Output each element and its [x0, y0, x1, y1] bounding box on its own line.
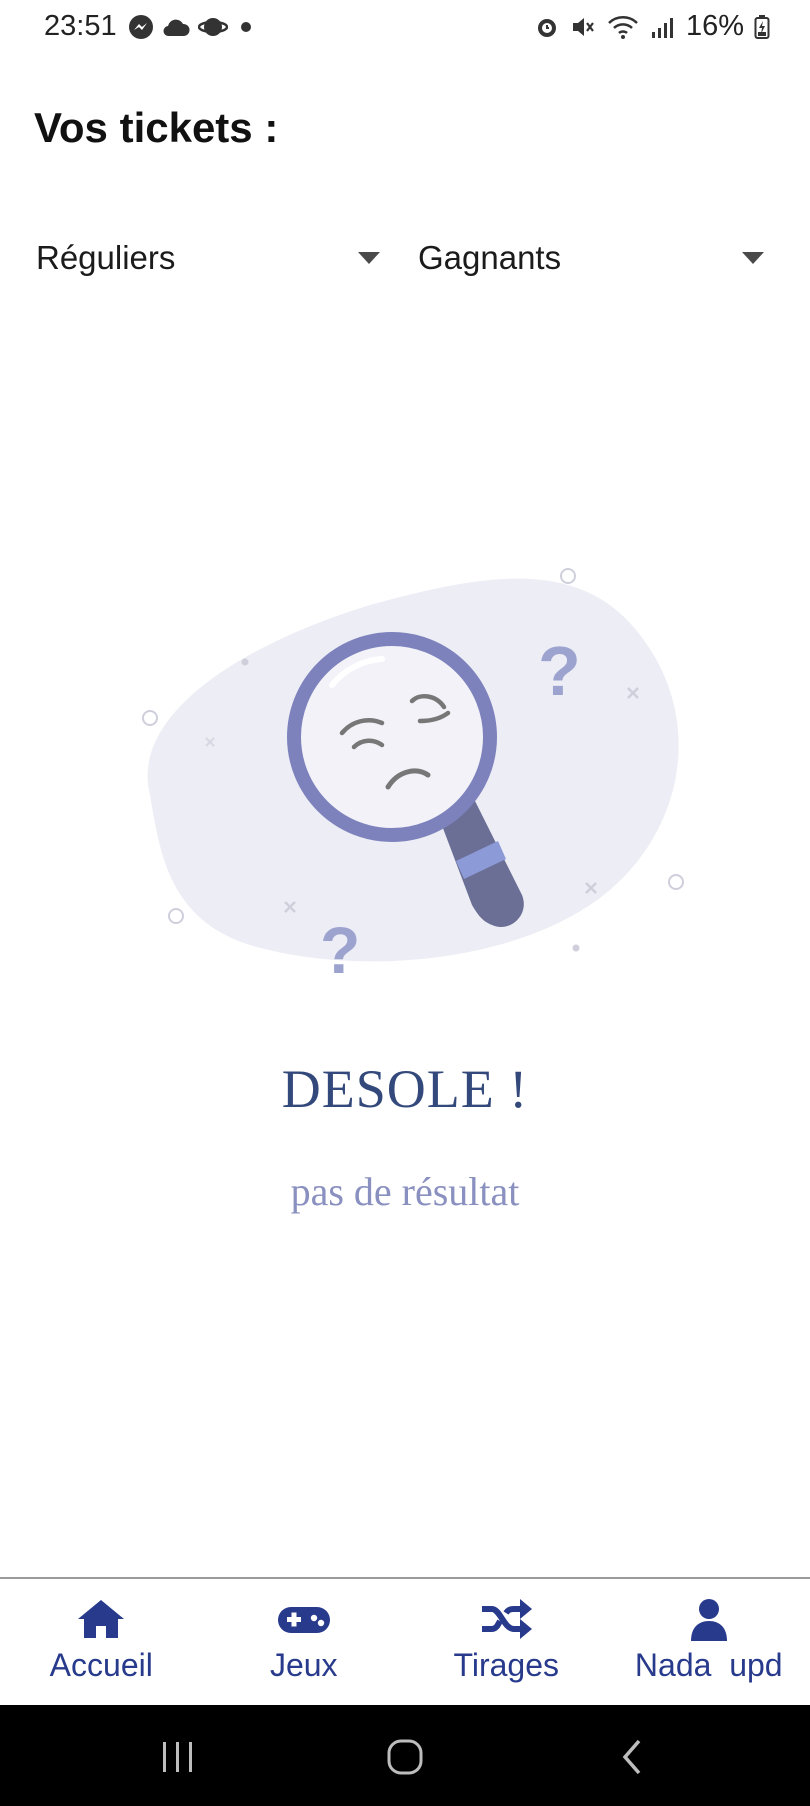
- decor-circle: [560, 568, 576, 584]
- chevron-down-icon: [742, 252, 764, 264]
- ticket-type-dropdown[interactable]: Réguliers: [36, 230, 386, 286]
- chevron-down-icon: [358, 252, 380, 264]
- nav-item-profile[interactable]: Nada upd: [608, 1579, 810, 1707]
- nav-label: Jeux: [269, 1647, 338, 1683]
- status-bar: 23:51 16%: [0, 0, 810, 56]
- decor-dot: [241, 658, 249, 666]
- messenger-icon: [129, 15, 153, 39]
- nav-item-jeux[interactable]: Jeux: [203, 1579, 406, 1707]
- nav-item-accueil[interactable]: Accueil: [0, 1579, 203, 1707]
- empty-state-subtitle: pas de résultat: [290, 1169, 520, 1214]
- decor-circle: [142, 710, 158, 726]
- status-notification-icons: [128, 14, 256, 40]
- status-system-icons: 16%: [534, 10, 770, 43]
- planet-icon: [198, 18, 228, 36]
- alarm-icon: [537, 18, 556, 37]
- shuffle-icon: [482, 1599, 533, 1639]
- nav-label: Nada upd: [634, 1647, 783, 1683]
- empty-state-title: DESOLE !: [281, 1059, 529, 1119]
- recent-apps-icon: [163, 1742, 192, 1772]
- back-icon: [622, 1739, 641, 1775]
- wifi-icon: [608, 15, 638, 39]
- signal-icon: [651, 17, 673, 38]
- ticket-status-value: Gagnants: [418, 239, 562, 276]
- system-navigation-bar: [0, 1705, 810, 1806]
- question-mark-icon: ?: [538, 632, 581, 710]
- bottom-navigation: Accueil Jeux Tirages Nada upd: [0, 1577, 810, 1707]
- home-circle-icon: [387, 1739, 423, 1775]
- battery-icon: [754, 14, 770, 39]
- question-mark-icon: ?: [320, 913, 360, 987]
- recent-apps-button[interactable]: [148, 1733, 208, 1781]
- dot-icon: [241, 22, 251, 32]
- decor-circle: [668, 874, 684, 890]
- ticket-status-dropdown[interactable]: Gagnants: [418, 230, 770, 286]
- nav-item-tirages[interactable]: Tirages: [405, 1579, 608, 1707]
- back-button[interactable]: [602, 1733, 662, 1781]
- decor-circle: [168, 908, 184, 924]
- nav-label: Tirages: [453, 1647, 559, 1683]
- magnifier-lens: [287, 632, 497, 842]
- decor-dot: [572, 944, 580, 952]
- user-icon: [690, 1599, 727, 1641]
- battery-percentage: 16%: [685, 10, 744, 42]
- no-results-illustration: ? ?: [142, 568, 684, 987]
- ticket-type-value: Réguliers: [36, 239, 176, 276]
- gamepad-icon: [277, 1607, 330, 1633]
- cloud-icon: [163, 19, 190, 37]
- nav-label: Accueil: [49, 1647, 153, 1683]
- status-time: 23:51: [44, 10, 117, 42]
- page-title: Vos tickets :: [34, 104, 279, 151]
- home-icon: [78, 1600, 125, 1638]
- mute-icon: [572, 17, 594, 36]
- home-button[interactable]: [375, 1733, 435, 1781]
